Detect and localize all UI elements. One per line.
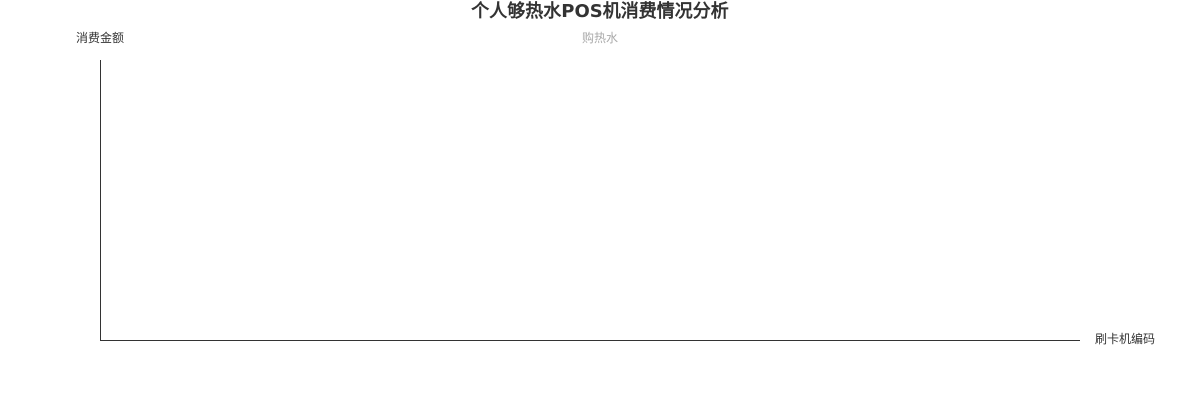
x-axis-label: 刷卡机编码 — [1095, 332, 1156, 346]
chart-container: 个人够热水POS机消费情况分析 消费金额 购热水 刷卡机编码 — [0, 0, 1200, 400]
plot-area — [100, 60, 1080, 341]
